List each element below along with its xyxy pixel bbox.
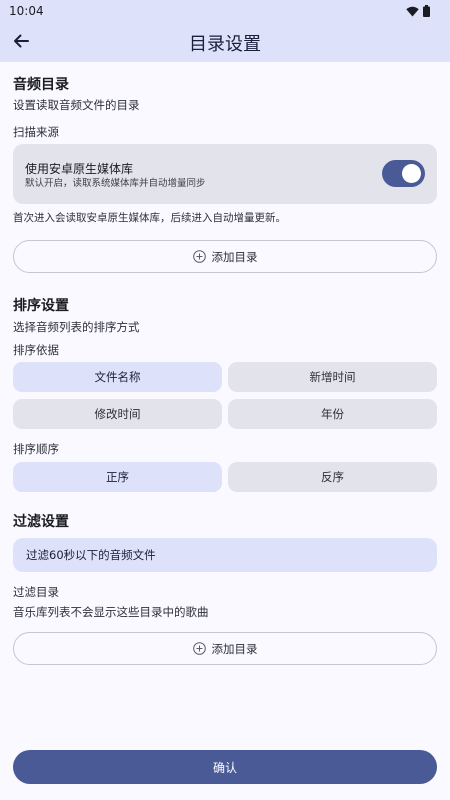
media-library-card[interactable]: 使用安卓原生媒体库 默认开启，读取系统媒体库并自动增量同步	[13, 144, 437, 204]
sort-option-added-time[interactable]: 新增时间	[228, 362, 437, 392]
filter-dir-description: 音乐库列表不会显示这些目录中的歌曲	[13, 605, 209, 619]
status-time: 10:04	[9, 4, 44, 18]
add-filter-dir-label: 添加目录	[211, 641, 258, 656]
filter-dir-label: 过滤目录	[13, 585, 59, 599]
media-library-toggle[interactable]	[382, 160, 425, 187]
status-icons	[406, 5, 430, 17]
confirm-button[interactable]: 确认	[13, 750, 437, 784]
sort-title: 排序设置	[13, 298, 69, 314]
sort-option-year[interactable]: 年份	[228, 399, 437, 429]
plus-circle-icon	[192, 250, 206, 263]
media-library-subtitle: 默认开启，读取系统媒体库并自动增量同步	[25, 178, 206, 189]
add-audio-dir-button[interactable]: 添加目录	[13, 240, 437, 273]
app-bar: 目录设置	[0, 22, 450, 62]
status-bar: 10:04	[0, 0, 450, 22]
sort-description: 选择音频列表的排序方式	[13, 320, 140, 334]
audio-dir-description: 设置读取音频文件的目录	[13, 98, 140, 112]
audio-dir-title: 音频目录	[13, 77, 69, 93]
sort-order-ascending[interactable]: 正序	[13, 462, 222, 492]
sort-basis-label: 排序依据	[13, 343, 59, 357]
add-filter-dir-button[interactable]: 添加目录	[13, 632, 437, 665]
add-audio-dir-label: 添加目录	[211, 249, 258, 264]
media-library-note: 首次进入会读取安卓原生媒体库，后续进入自动增量更新。	[13, 212, 286, 224]
sort-order-label: 排序顺序	[13, 442, 59, 456]
toggle-knob	[402, 164, 421, 183]
sort-order-descending[interactable]: 反序	[228, 462, 437, 492]
wifi-icon	[406, 6, 419, 16]
sort-option-filename[interactable]: 文件名称	[13, 362, 222, 392]
scan-source-label: 扫描来源	[13, 125, 59, 139]
battery-icon	[423, 5, 430, 17]
page-title: 目录设置	[189, 34, 261, 55]
sort-option-modified-time[interactable]: 修改时间	[13, 399, 222, 429]
plus-circle-icon	[192, 642, 206, 655]
filter-title: 过滤设置	[13, 514, 69, 530]
duration-filter-option[interactable]: 过滤60秒以下的音频文件	[13, 538, 437, 572]
